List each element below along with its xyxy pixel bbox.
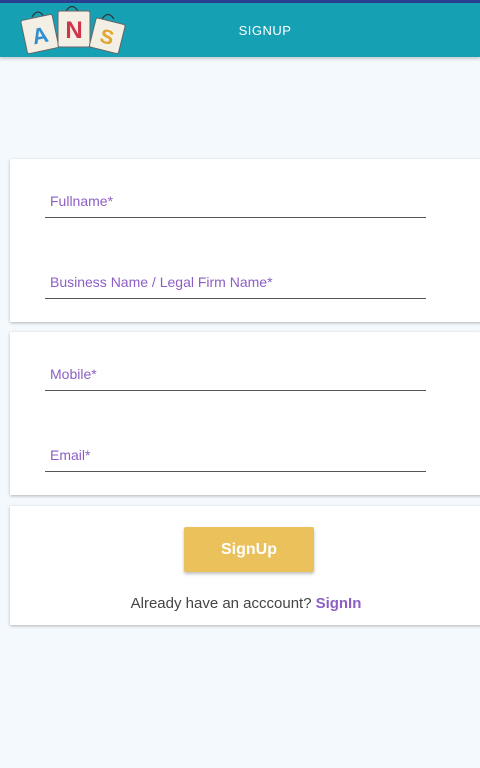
actions-card: SignUp Already have an acccount? SignIn	[10, 506, 480, 625]
business-name-input[interactable]	[45, 268, 431, 296]
have-account-text: Already have an acccount?	[130, 595, 312, 612]
signup-button[interactable]: SignUp	[184, 527, 314, 572]
app-header: A N S SIGNUP	[0, 3, 480, 57]
fullname-input[interactable]	[45, 187, 431, 215]
signin-prompt: Already have an acccount? SignIn	[10, 595, 480, 612]
business-name-field	[45, 268, 431, 299]
mobile-input[interactable]	[45, 360, 431, 388]
fullname-field	[45, 187, 431, 218]
page-title: SIGNUP	[238, 23, 292, 38]
email-field	[45, 441, 431, 472]
business-info-card	[10, 159, 480, 322]
email-input[interactable]	[45, 441, 431, 469]
signin-link[interactable]: SignIn	[316, 595, 362, 612]
contact-info-card	[10, 332, 480, 495]
mobile-field	[45, 360, 431, 391]
